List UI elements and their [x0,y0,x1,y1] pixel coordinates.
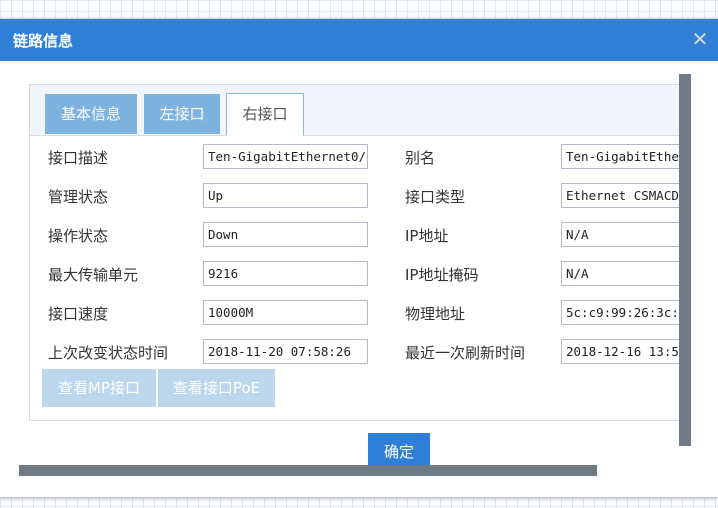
label-admin-status: 管理状态 [48,188,109,206]
mac-address-field[interactable]: 5c:c9:99:26:3c:00 [561,300,681,325]
ip-address-field[interactable]: N/A [561,222,681,247]
vertical-scrollbar[interactable] [679,74,691,446]
label-ip-address: IP地址 [405,227,449,245]
close-icon[interactable]: ✕ [690,27,710,51]
horizontal-scrollbar[interactable] [19,465,597,476]
last-refresh-time-field[interactable]: 2018-12-16 13:53:55 [561,339,681,364]
label-last-refresh-time: 最近一次刷新时间 [405,344,526,362]
dialog-titlebar: 链路信息 ✕ [0,19,718,61]
label-alias: 别名 [405,149,436,167]
interface-type-field[interactable]: Ethernet CSMACD [561,183,681,208]
tab-basic-info[interactable]: 基本信息 [45,94,137,134]
ip-mask-field[interactable]: N/A [561,261,681,286]
tab-left-interface[interactable]: 左接口 [144,94,220,134]
tab-bar: 基本信息 左接口 右接口 [30,85,681,136]
interface-description-field[interactable]: Ten-GigabitEthernet0/0/21 [203,144,368,169]
oper-status-field[interactable]: Down [203,222,368,247]
label-interface-description: 接口描述 [48,149,109,167]
dialog-title: 链路信息 [13,32,74,50]
content-panel: 基本信息 左接口 右接口 接口描述 Ten-GigabitEthernet0/0… [29,84,682,421]
label-mtu: 最大传输单元 [48,266,139,284]
admin-status-field[interactable]: Up [203,183,368,208]
label-last-change-time: 上次改变状态时间 [48,344,169,362]
alias-field[interactable]: Ten-GigabitEthernet0/0/21 [561,144,681,169]
view-interface-poe-button[interactable]: 查看接口PoE [158,369,275,407]
mtu-field[interactable]: 9216 [203,261,368,286]
label-interface-type: 接口类型 [405,188,466,206]
interface-speed-field[interactable]: 10000M [203,300,368,325]
link-info-dialog: 链路信息 ✕ 基本信息 左接口 右接口 接口描述 Ten-GigabitEthe… [0,18,718,498]
last-change-time-field[interactable]: 2018-11-20 07:58:26 [203,339,368,364]
label-oper-status: 操作状态 [48,227,109,245]
view-mp-interface-button[interactable]: 查看MP接口 [42,369,156,407]
label-ip-mask: IP地址掩码 [405,266,479,284]
tab-right-interface[interactable]: 右接口 [226,93,304,136]
label-interface-speed: 接口速度 [48,305,109,323]
label-mac-address: 物理地址 [405,305,466,323]
